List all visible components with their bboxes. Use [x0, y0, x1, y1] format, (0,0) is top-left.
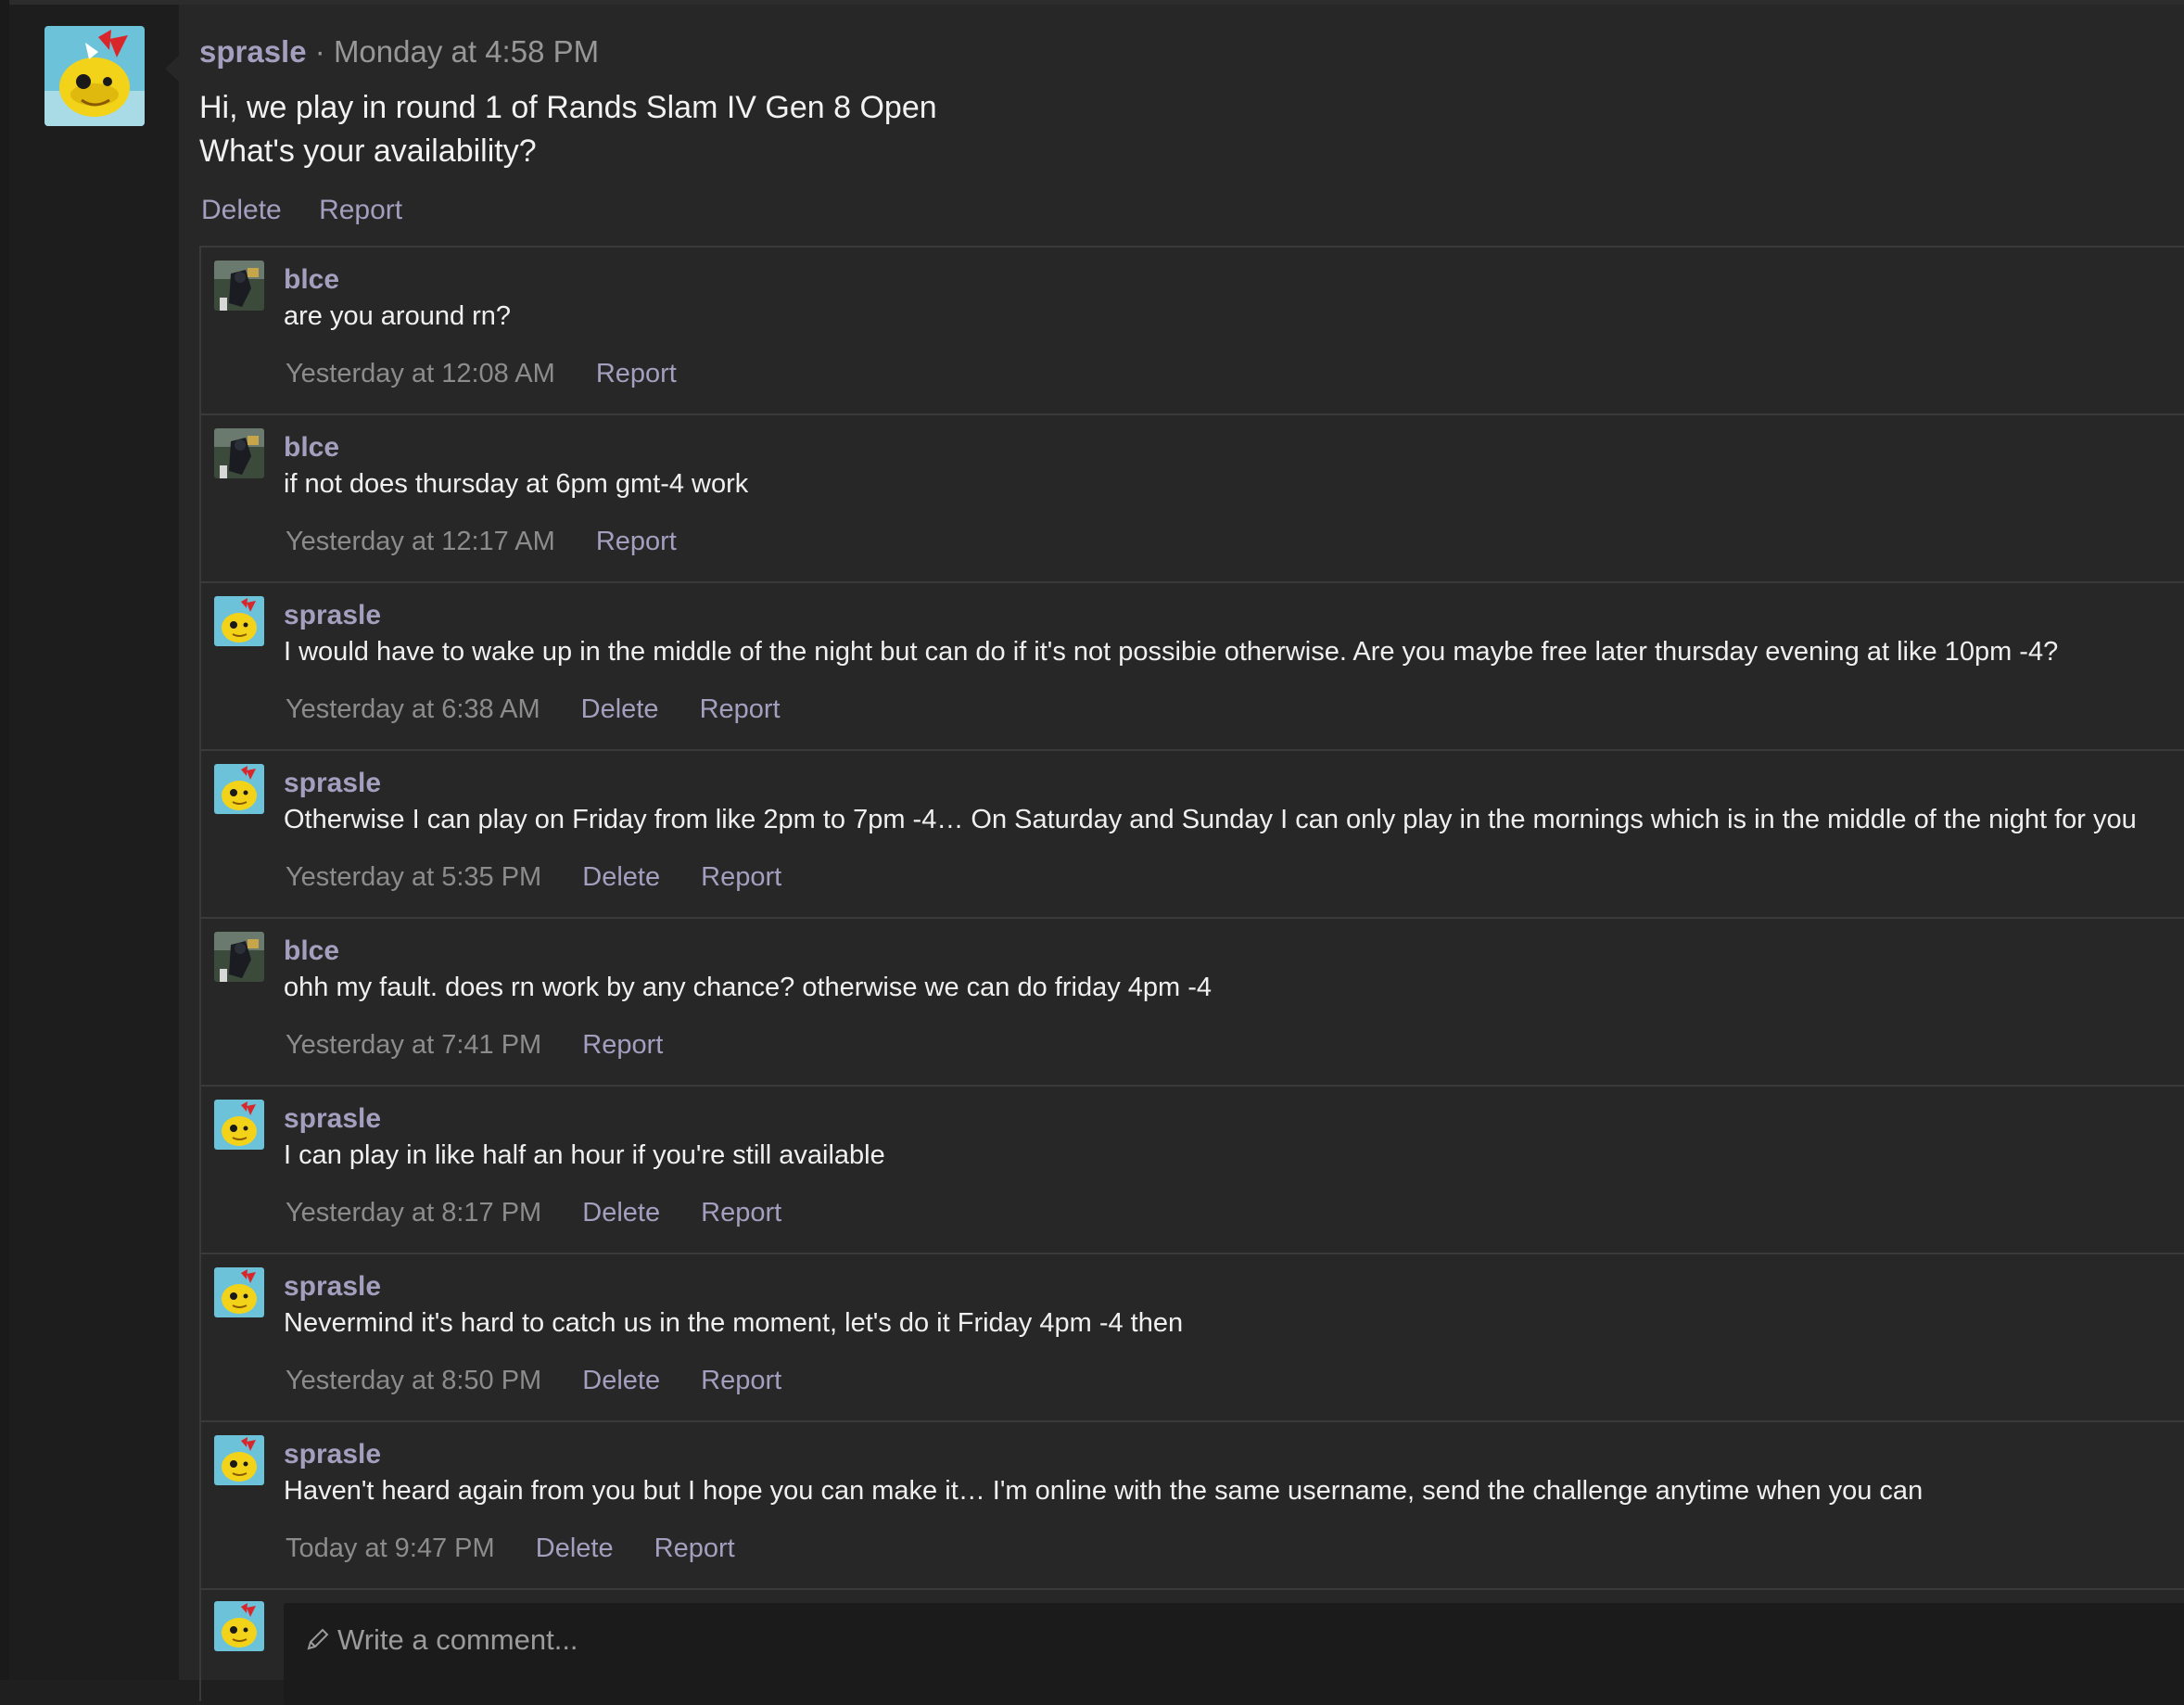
comment: sprasle I would have to wake up in the m… [199, 583, 2184, 751]
current-user-avatar[interactable] [214, 1601, 264, 1651]
left-edge [0, 0, 9, 1680]
comment-timestamp[interactable]: Yesterday at 12:17 AM [286, 527, 555, 556]
comment-list: blce are you around rn? Yesterday at 12:… [199, 246, 2184, 1705]
comment-avatar[interactable] [214, 764, 264, 814]
pencil-icon [307, 1628, 329, 1650]
post-header: sprasle · Monday at 4:58 PM [199, 32, 599, 71]
comment-timestamp[interactable]: Yesterday at 8:50 PM [286, 1366, 541, 1395]
comment-username[interactable]: sprasle [284, 1439, 381, 1470]
comment-timestamp[interactable]: Yesterday at 6:38 AM [286, 694, 540, 724]
post-body-line: Hi, we play in round 1 of Rands Slam IV … [199, 90, 937, 125]
comment-username[interactable]: blce [284, 935, 339, 967]
post-actions: Delete Report [201, 195, 432, 226]
comment-input[interactable]: Write a comment... [284, 1603, 2184, 1705]
comment-report-link[interactable]: Report [582, 1030, 663, 1060]
comment-actions: Yesterday at 5:35 PM Delete Report [286, 862, 815, 893]
comment-text: Nevermind it's hard to catch us in the m… [284, 1308, 1184, 1338]
comment-text: Otherwise I can play on Friday from like… [284, 805, 2137, 834]
comment-username[interactable]: blce [284, 432, 339, 464]
post-body-line: What's your availability? [199, 134, 537, 169]
comment-report-link[interactable]: Report [701, 1366, 781, 1395]
comment-timestamp[interactable]: Yesterday at 12:08 AM [286, 359, 555, 388]
author-column [9, 5, 179, 1680]
comment: blce ohh my fault. does rn work by any c… [199, 919, 2184, 1087]
post-body: Hi, we play in round 1 of Rands Slam IV … [199, 86, 937, 173]
dark-character-avatar-icon [214, 428, 264, 478]
comment-text: are you around rn? [284, 301, 512, 331]
comment-placeholder: Write a comment... [337, 1623, 578, 1656]
comment-actions: Yesterday at 6:38 AM Delete Report [286, 694, 814, 725]
comment-avatar[interactable] [214, 261, 264, 311]
comment-text: Haven't heard again from you but I hope … [284, 1476, 1924, 1506]
comment-timestamp[interactable]: Yesterday at 5:35 PM [286, 862, 541, 892]
dark-character-avatar-icon [214, 932, 264, 982]
comment-text: I would have to wake up in the middle of… [284, 637, 2059, 667]
comment-delete-link[interactable]: Delete [582, 1366, 660, 1395]
comment-username[interactable]: sprasle [284, 1271, 381, 1303]
yellow-pokemon-avatar-icon [214, 1267, 264, 1317]
comment-avatar[interactable] [214, 932, 264, 982]
comment-avatar[interactable] [214, 428, 264, 478]
comment-delete-link[interactable]: Delete [582, 862, 660, 892]
comment: sprasle I can play in like half an hour … [199, 1087, 2184, 1254]
comment-report-link[interactable]: Report [701, 862, 781, 892]
comment-timestamp[interactable]: Yesterday at 7:41 PM [286, 1030, 541, 1060]
comment-delete-link[interactable]: Delete [581, 694, 659, 724]
post-author-avatar[interactable] [44, 26, 145, 126]
post-delete-link[interactable]: Delete [201, 195, 282, 225]
comment-username[interactable]: blce [284, 264, 339, 296]
comment: sprasle Otherwise I can play on Friday f… [199, 751, 2184, 919]
post-timestamp[interactable]: Monday at 4:58 PM [334, 34, 599, 69]
comment: sprasle Nevermind it's hard to catch us … [199, 1254, 2184, 1422]
header-separator: · [314, 34, 325, 69]
dark-character-avatar-icon [214, 261, 264, 311]
comment: blce if not does thursday at 6pm gmt-4 w… [199, 415, 2184, 583]
comment-avatar[interactable] [214, 596, 264, 646]
comment: sprasle Haven't heard again from you but… [199, 1422, 2184, 1590]
post-author-username[interactable]: sprasle [199, 34, 307, 69]
comment-avatar[interactable] [214, 1100, 264, 1150]
comment-timestamp[interactable]: Yesterday at 8:17 PM [286, 1198, 541, 1228]
comment-actions: Yesterday at 7:41 PM Report [286, 1030, 696, 1061]
comment-actions: Yesterday at 8:50 PM Delete Report [286, 1366, 815, 1396]
comment-actions: Yesterday at 12:08 AM Report [286, 359, 710, 389]
comment-report-link[interactable]: Report [701, 1198, 781, 1228]
comment-text: I can play in like half an hour if you'r… [284, 1140, 885, 1170]
yellow-pokemon-avatar-icon [214, 1601, 264, 1651]
comment: blce are you around rn? Yesterday at 12:… [199, 248, 2184, 415]
comment-username[interactable]: sprasle [284, 1103, 381, 1135]
post-report-link[interactable]: Report [319, 195, 402, 225]
profile-post: sprasle · Monday at 4:58 PM Hi, we play … [179, 5, 2184, 1705]
comment-report-link[interactable]: Report [596, 359, 677, 388]
comment-delete-link[interactable]: Delete [582, 1198, 660, 1228]
yellow-pokemon-avatar-icon [214, 1100, 264, 1150]
comment-timestamp[interactable]: Today at 9:47 PM [286, 1533, 495, 1563]
yellow-pokemon-avatar-icon [214, 1435, 264, 1485]
comment-report-link[interactable]: Report [596, 527, 677, 556]
comment-actions: Yesterday at 12:17 AM Report [286, 527, 710, 557]
yellow-pokemon-avatar-icon [44, 26, 145, 126]
comment-delete-link[interactable]: Delete [536, 1533, 614, 1563]
comment-report-link[interactable]: Report [700, 694, 781, 724]
comment-actions: Yesterday at 8:17 PM Delete Report [286, 1198, 815, 1228]
comment-composer: Write a comment... [199, 1590, 2184, 1705]
post-pointer [165, 56, 179, 82]
comment-text: if not does thursday at 6pm gmt-4 work [284, 469, 749, 499]
comment-avatar[interactable] [214, 1267, 264, 1317]
comment-avatar[interactable] [214, 1435, 264, 1485]
comment-report-link[interactable]: Report [654, 1533, 735, 1563]
comment-username[interactable]: sprasle [284, 768, 381, 799]
yellow-pokemon-avatar-icon [214, 764, 264, 814]
comment-actions: Today at 9:47 PM Delete Report [286, 1533, 768, 1564]
yellow-pokemon-avatar-icon [214, 596, 264, 646]
comment-username[interactable]: sprasle [284, 600, 381, 631]
comment-text: ohh my fault. does rn work by any chance… [284, 973, 1213, 1002]
